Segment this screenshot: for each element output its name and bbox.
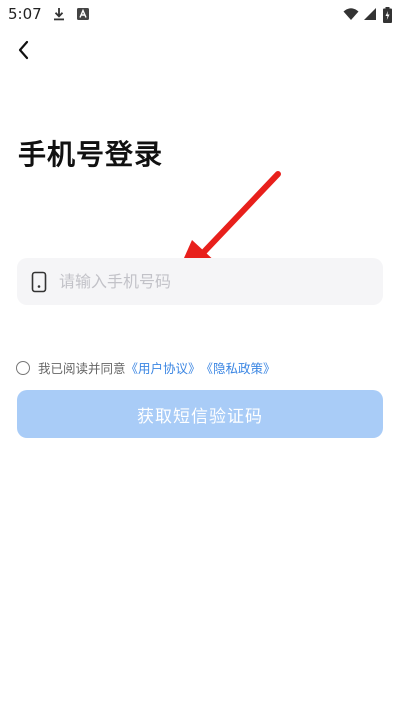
battery-icon xyxy=(383,7,392,23)
notification-a-icon xyxy=(76,7,90,21)
status-bar: 5:07 xyxy=(0,0,400,28)
get-sms-code-button[interactable]: 获取短信验证码 xyxy=(17,390,383,438)
status-left: 5:07 xyxy=(8,5,90,23)
user-agreement-link[interactable]: 《用户协议》 xyxy=(126,358,201,377)
privacy-policy-link[interactable]: 《隐私政策》 xyxy=(201,358,276,377)
cellular-signal-icon xyxy=(363,7,377,21)
agreement-row: 我已阅读并同意 《用户协议》 《隐私政策》 xyxy=(16,358,276,377)
phone-number-input[interactable] xyxy=(57,271,351,292)
phone-icon xyxy=(31,271,47,293)
download-icon xyxy=(52,7,66,21)
wifi-icon xyxy=(343,7,359,21)
chevron-left-icon xyxy=(17,40,31,64)
page-title: 手机号登录 xyxy=(18,138,164,171)
status-right xyxy=(343,7,392,23)
status-time: 5:07 xyxy=(8,5,42,23)
back-button[interactable] xyxy=(10,38,38,66)
agreement-checkbox[interactable] xyxy=(16,360,30,375)
agreement-text: 我已阅读并同意 xyxy=(38,361,126,376)
login-screen: 5:07 手机号登录 请输入手机号码 我已阅读并同意 《用户协议》 《隐私政策》… xyxy=(0,0,400,710)
phone-number-field[interactable] xyxy=(17,258,383,305)
